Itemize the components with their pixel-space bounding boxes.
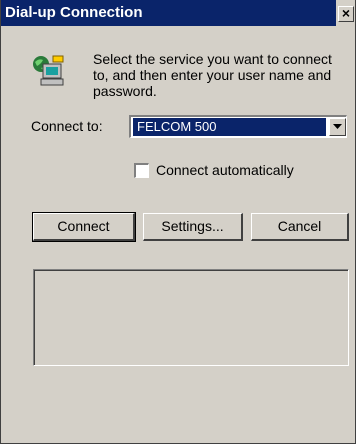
close-icon: × bbox=[341, 5, 351, 21]
auto-connect-checkbox[interactable] bbox=[134, 163, 149, 178]
connect-to-dropdown[interactable]: FELCOM 500 bbox=[129, 115, 347, 138]
status-panel bbox=[33, 269, 349, 366]
window-title: Dial-up Connection bbox=[5, 4, 143, 21]
cancel-button[interactable]: Cancel bbox=[251, 213, 349, 241]
title-bar-active[interactable]: Dial-up Connection bbox=[1, 0, 336, 26]
network-computer-icon bbox=[31, 54, 67, 90]
title-bar[interactable]: Dial-up Connection × bbox=[1, 0, 355, 26]
connect-to-selected-value[interactable]: FELCOM 500 bbox=[133, 118, 326, 136]
connect-button[interactable]: Connect bbox=[32, 212, 136, 242]
instruction-text: Select the service you want to connect t… bbox=[93, 51, 332, 99]
close-button[interactable]: × bbox=[338, 6, 354, 22]
auto-connect-label[interactable]: Connect automatically bbox=[156, 162, 294, 178]
connect-to-label: Connect to: bbox=[31, 118, 103, 134]
dropdown-arrow-button[interactable] bbox=[329, 118, 346, 136]
dialup-window: Dial-up Connection × Select the service … bbox=[0, 0, 356, 444]
chevron-down-icon bbox=[333, 124, 342, 129]
settings-button[interactable]: Settings... bbox=[143, 213, 243, 241]
